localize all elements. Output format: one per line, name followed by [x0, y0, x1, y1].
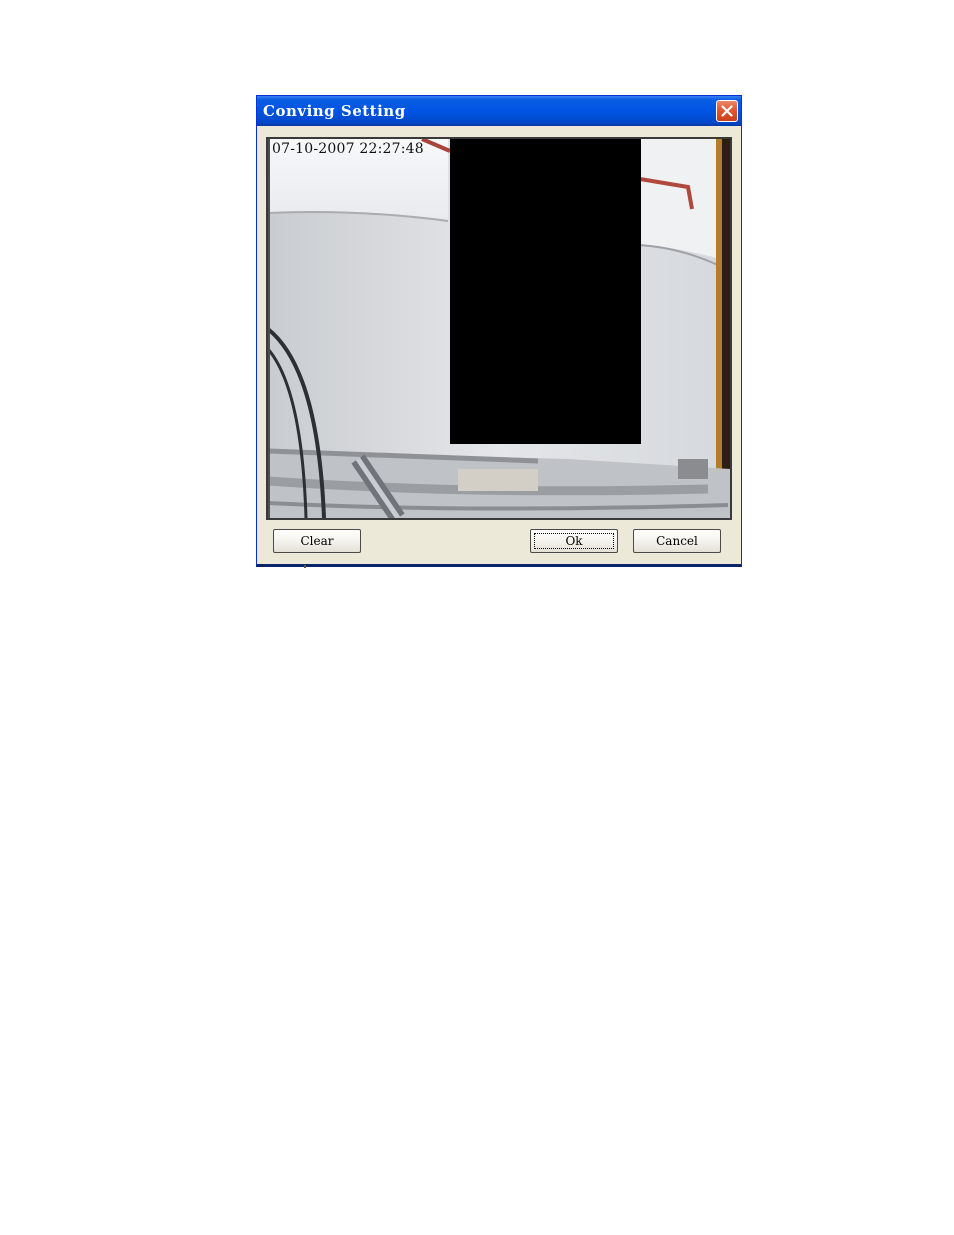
- privacy-mask-region[interactable]: [450, 139, 641, 444]
- ok-button[interactable]: Ok: [530, 529, 618, 553]
- video-timestamp: 07-10-2007 22:27:48: [272, 141, 424, 157]
- cancel-button[interactable]: Cancel: [633, 529, 721, 553]
- ok-button-label: Ok: [565, 534, 583, 548]
- window-title: Conving Setting: [263, 102, 406, 120]
- video-preview[interactable]: 07-10-2007 22:27:48: [266, 137, 732, 520]
- resize-artifact: [304, 565, 306, 568]
- conving-setting-dialog: Conving Setting 07-10-2007 22:27:48 Clea…: [256, 95, 742, 568]
- title-bar[interactable]: Conving Setting: [257, 96, 741, 126]
- close-button[interactable]: [716, 100, 738, 122]
- close-icon: [721, 105, 733, 117]
- clear-button[interactable]: Clear: [273, 529, 361, 553]
